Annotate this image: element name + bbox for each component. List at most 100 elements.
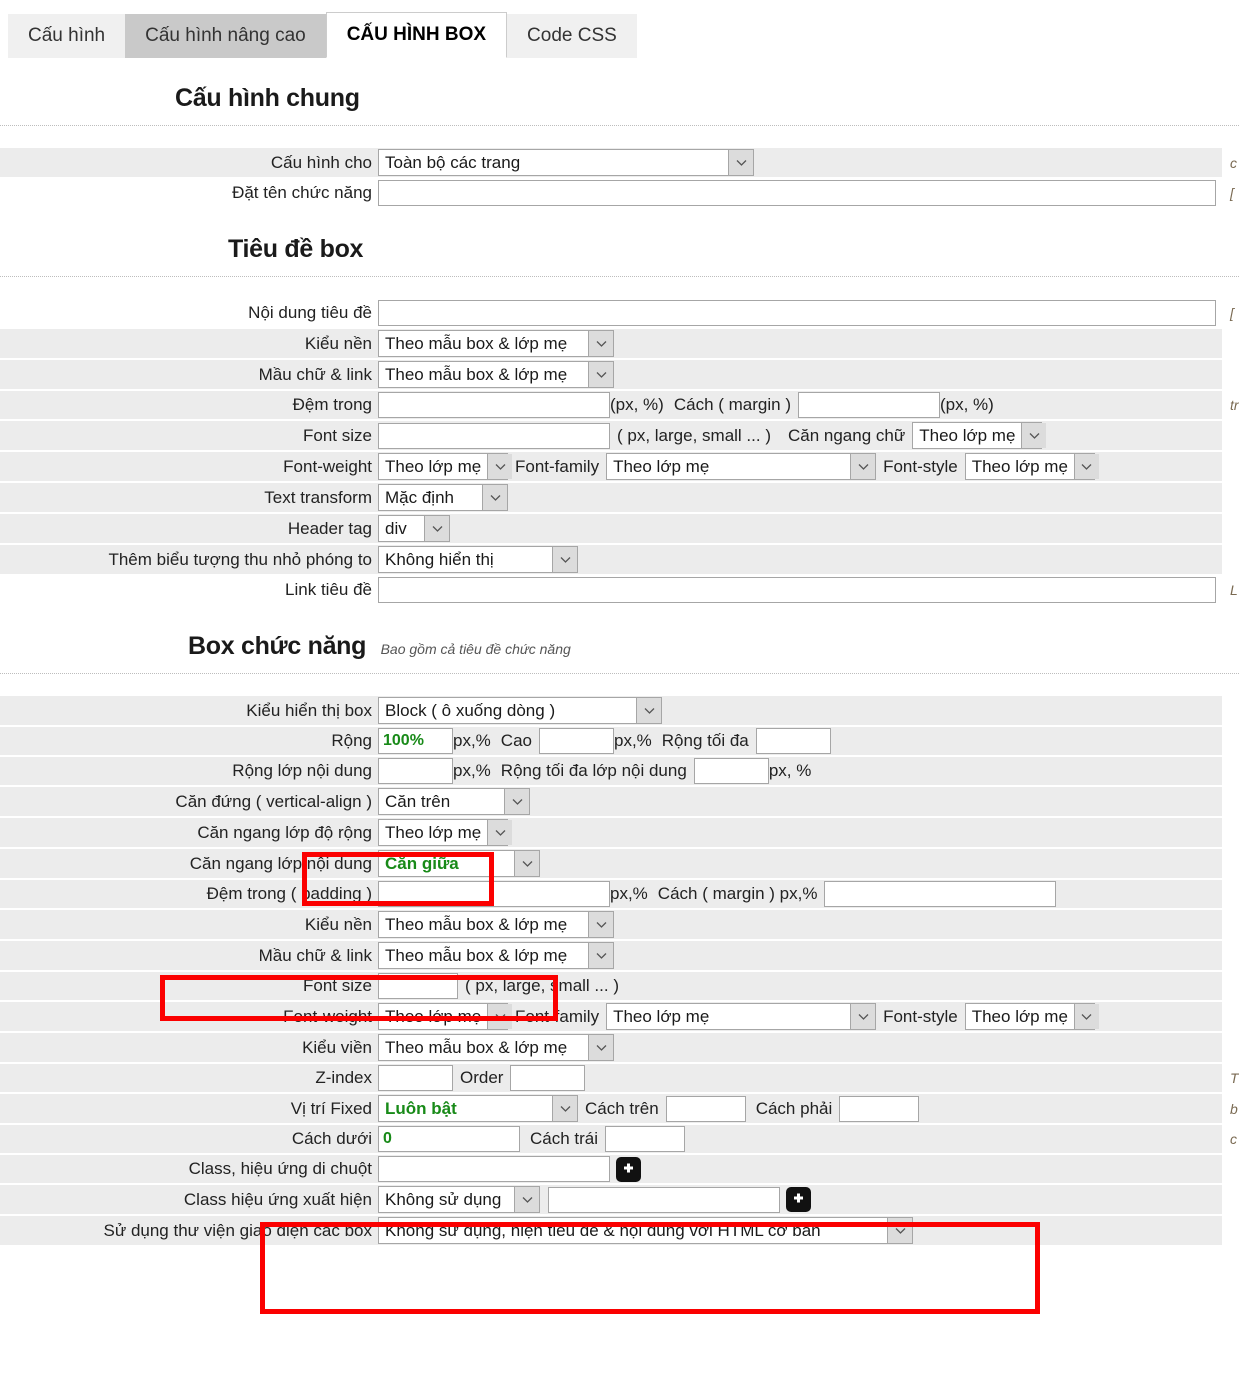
chevron-down-icon	[514, 1187, 539, 1212]
select-valign[interactable]: Căn trên	[378, 788, 530, 815]
chevron-down-icon	[514, 851, 539, 876]
label-fn-margin: Cách ( margin ) px,%	[657, 884, 818, 903]
row-halign-content: Căn ngang lớp nội dung Căn giữa	[0, 849, 1222, 880]
input-title-padding[interactable]	[378, 392, 610, 418]
section-general-header: Cấu hình chung	[0, 58, 1239, 119]
input-fn-margin[interactable]	[824, 881, 1057, 907]
input-order[interactable]	[510, 1065, 586, 1091]
row-display-type: Kiểu hiển thị box Block ( ô xuống dòng )	[0, 696, 1222, 727]
select-text-link-color-value: Theo mẫu box & lớp mẹ	[385, 364, 568, 384]
select-border-style[interactable]: Theo mẫu box & lớp mẹ	[378, 1034, 614, 1061]
chevron-down-icon	[588, 331, 613, 356]
select-title-text-align-value: Theo lớp mẹ	[919, 425, 1016, 445]
select-text-link-color[interactable]: Theo mẫu box & lớp mẹ	[378, 361, 614, 388]
select-halign-width[interactable]: Theo lớp mẹ	[378, 819, 513, 846]
select-fn-text-link-color[interactable]: Theo mẫu box & lớp mẹ	[378, 942, 614, 969]
select-halign-content[interactable]: Căn giữa	[378, 850, 540, 877]
input-title-link[interactable]	[378, 577, 1216, 603]
label-height: Cao	[500, 731, 532, 750]
input-content-width[interactable]	[378, 758, 453, 784]
chevron-down-icon	[487, 454, 513, 479]
row-halign-width: Căn ngang lớp độ rộng Theo lớp mẹ	[0, 818, 1222, 849]
select-ui-library[interactable]: Không sử dụng, hiện tiêu đề & nội dung v…	[378, 1217, 913, 1244]
select-text-transform-value: Mặc định	[385, 487, 454, 507]
select-fn-text-link-color-value: Theo mẫu box & lớp mẹ	[385, 945, 568, 965]
select-fn-font-family-value: Theo lớp mẹ	[613, 1006, 710, 1026]
unit-content-width: px,%	[453, 761, 491, 780]
label-offset-right: Cách phải	[755, 1098, 833, 1118]
select-fn-font-style[interactable]: Theo lớp mẹ	[964, 1003, 1099, 1030]
select-text-transform[interactable]: Mặc định	[378, 484, 508, 511]
row-width: Rộng px,% Cao px,% Rộng tối đa	[0, 727, 1222, 757]
row-text-transform: Text transform Mặc định	[0, 483, 1222, 514]
select-title-font-family[interactable]: Theo lớp mẹ	[606, 453, 877, 480]
select-fixed-position[interactable]: Luôn bật	[378, 1095, 578, 1122]
label-zindex: Z-index	[315, 1068, 372, 1087]
tab-code-css[interactable]: Code CSS	[507, 14, 637, 58]
select-title-font-weight[interactable]: Theo lớp mẹ	[378, 453, 513, 480]
select-fn-bg-style[interactable]: Theo mẫu box & lớp mẹ	[378, 911, 614, 938]
label-fn-font-style: Font-style	[883, 1006, 958, 1026]
chevron-down-icon	[588, 943, 613, 968]
hint-config-for: c	[1230, 154, 1237, 171]
input-title-content[interactable]	[378, 300, 1216, 326]
input-offset-right[interactable]	[839, 1095, 920, 1122]
input-max-width[interactable]	[755, 728, 831, 754]
label-zoom-icon: Thêm biểu tượng thu nhỏ phóng to	[108, 549, 372, 569]
row-zindex: Z-index Order T	[0, 1064, 1239, 1094]
select-fn-font-family[interactable]: Theo lớp mẹ	[606, 1003, 877, 1030]
select-header-tag[interactable]: div	[378, 515, 450, 542]
input-function-name[interactable]	[378, 180, 1216, 206]
label-title-link: Link tiêu đề	[285, 580, 372, 599]
input-title-margin[interactable]	[797, 392, 940, 418]
chevron-down-icon	[588, 1035, 613, 1060]
input-appear-class[interactable]	[548, 1186, 780, 1213]
select-bg-style[interactable]: Theo mẫu box & lớp mẹ	[378, 330, 614, 357]
input-hover-class[interactable]	[378, 1156, 610, 1182]
select-config-for[interactable]: Toàn bộ các trang	[378, 149, 754, 176]
section-box-title-header: Tiêu đề box	[0, 209, 1239, 270]
tab-cau-hinh[interactable]: Cấu hình	[8, 14, 126, 58]
input-title-font-size[interactable]	[378, 422, 610, 449]
select-ui-library-value: Không sử dụng, hiện tiêu đề & nội dung v…	[385, 1220, 821, 1240]
input-fn-padding[interactable]	[378, 881, 610, 907]
input-fn-font-size[interactable]	[378, 973, 458, 999]
label-bg-style: Kiểu nền	[304, 333, 372, 353]
section-function-box-subtitle: Bao gồm cả tiêu đề chức năng	[380, 641, 571, 657]
input-offset-bottom[interactable]	[378, 1126, 520, 1152]
input-offset-top[interactable]	[665, 1095, 746, 1122]
input-width[interactable]	[378, 728, 453, 754]
unit-title-padding: (px, %)	[610, 395, 664, 414]
select-title-text-align[interactable]: Theo lớp mẹ	[912, 422, 1047, 449]
select-zoom-icon[interactable]: Không hiển thị	[378, 546, 578, 573]
label-title-text-align: Căn ngang chữ	[787, 425, 906, 445]
input-zindex[interactable]	[378, 1065, 453, 1091]
chevron-down-icon	[850, 1004, 876, 1029]
plus-icon[interactable]	[616, 1156, 641, 1182]
select-title-font-style[interactable]: Theo lớp mẹ	[964, 453, 1099, 480]
tab-cau-hinh-box[interactable]: CẤU HÌNH BOX	[325, 12, 508, 58]
input-height[interactable]	[538, 728, 614, 754]
label-config-for: Cấu hình cho	[270, 152, 372, 172]
hint-fixed-c: c	[1230, 1131, 1237, 1147]
label-title-content: Nội dung tiêu đề	[248, 303, 372, 322]
tab-cau-hinh-nang-cao[interactable]: Cấu hình nâng cao	[125, 14, 326, 58]
plus-icon[interactable]	[786, 1187, 811, 1212]
unit-title-margin: (px, %)	[939, 395, 994, 414]
select-display-type[interactable]: Block ( ô xuống dòng )	[378, 697, 662, 724]
row-zoom-icon: Thêm biểu tượng thu nhỏ phóng to Không h…	[0, 545, 1222, 576]
select-fn-font-weight[interactable]: Theo lớp mẹ	[378, 1003, 513, 1030]
input-max-content-width[interactable]	[693, 758, 769, 784]
row-bg-style: Kiểu nền Theo mẫu box & lớp mẹ	[0, 329, 1222, 360]
chevron-down-icon	[850, 454, 876, 479]
select-fixed-position-value: Luôn bật	[385, 1098, 457, 1118]
label-fn-padding: Đệm trong ( padding )	[206, 884, 372, 903]
label-title-font-size: Font size	[303, 425, 372, 445]
chevron-down-icon	[552, 1096, 577, 1121]
row-title-padding: Đệm trong (px, %) Cách ( margin ) (px, %…	[0, 391, 1239, 421]
chevron-down-icon	[588, 362, 613, 387]
select-header-tag-value: div	[385, 518, 407, 538]
select-appear-class[interactable]: Không sử dụng	[378, 1186, 540, 1213]
label-appear-class: Class hiệu ứng xuất hiện	[183, 1189, 372, 1209]
input-offset-left[interactable]	[605, 1126, 686, 1152]
